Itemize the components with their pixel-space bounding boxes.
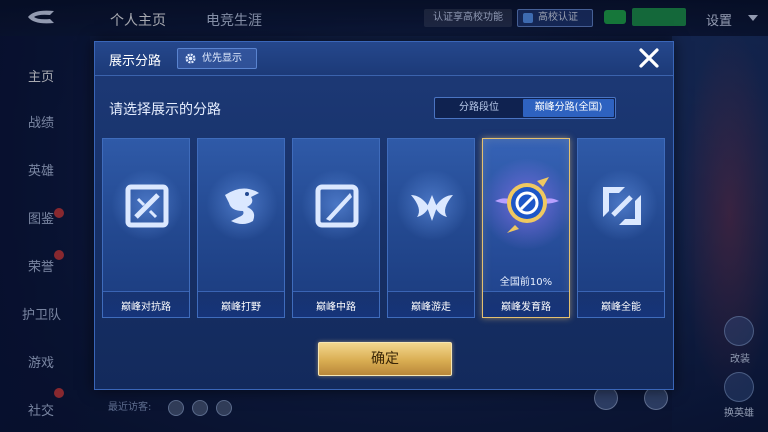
close-icon[interactable] — [637, 46, 661, 70]
card-label: 巅峰对抗路 — [121, 302, 171, 313]
card-footer: 巅峰游走 — [388, 291, 474, 317]
card-label: 巅峰全能 — [601, 302, 641, 313]
marksman-badge-icon — [495, 177, 559, 233]
card-label: 巅峰中路 — [316, 302, 356, 313]
lane-card-roam[interactable]: 巅峰游走 — [387, 138, 475, 318]
staff-icon — [315, 184, 359, 228]
card-footer: 巅峰全能 — [578, 291, 664, 317]
lane-card-all-round[interactable]: 巅峰全能 — [577, 138, 665, 318]
lane-select-prompt: 请选择展示的分路 — [109, 102, 221, 118]
confirm-button[interactable]: 确定 — [318, 342, 452, 376]
lane-mode-switch: 分路段位 巅峰分路(全国) — [434, 97, 616, 119]
wings-icon — [411, 195, 453, 221]
dragon-icon — [225, 188, 259, 224]
card-label: 巅峰游走 — [411, 302, 451, 313]
display-lane-dialog: 展示分路 优先显示 请选择展示的分路 分路段位 巅峰分路(全国) 巅峰对抗路 巅… — [94, 41, 674, 390]
card-label: 巅峰打野 — [221, 302, 261, 313]
priority-display-button[interactable]: 优先显示 — [177, 48, 257, 69]
lane-card-list: 巅峰对抗路 巅峰打野 巅峰中路 巅峰游走 全国前10% 巅峰发育路 巅峰全能 — [102, 138, 668, 318]
sword-shield-icon — [125, 184, 169, 228]
priority-display-label: 优先显示 — [202, 53, 242, 64]
all-round-icon — [603, 187, 641, 225]
lane-card-top[interactable]: 巅峰对抗路 — [102, 138, 190, 318]
dialog-header: 展示分路 优先显示 — [95, 42, 673, 76]
card-footer: 巅峰对抗路 — [103, 291, 189, 317]
lane-card-jungle[interactable]: 巅峰打野 — [197, 138, 285, 318]
lane-card-farm[interactable]: 全国前10% 巅峰发育路 — [479, 138, 575, 318]
rank-percentile: 全国前10% — [499, 277, 553, 288]
dialog-title: 展示分路 — [109, 54, 162, 69]
gear-icon — [185, 53, 196, 64]
tab-peak-lane-national[interactable]: 巅峰分路(全国) — [523, 99, 614, 117]
card-footer: 巅峰打野 — [198, 291, 284, 317]
tab-lane-rank[interactable]: 分路段位 — [436, 99, 522, 117]
card-label: 巅峰发育路 — [501, 302, 551, 313]
lane-card-mid[interactable]: 巅峰中路 — [292, 138, 380, 318]
card-footer: 巅峰中路 — [293, 291, 379, 317]
card-footer: 巅峰发育路 — [483, 291, 569, 317]
